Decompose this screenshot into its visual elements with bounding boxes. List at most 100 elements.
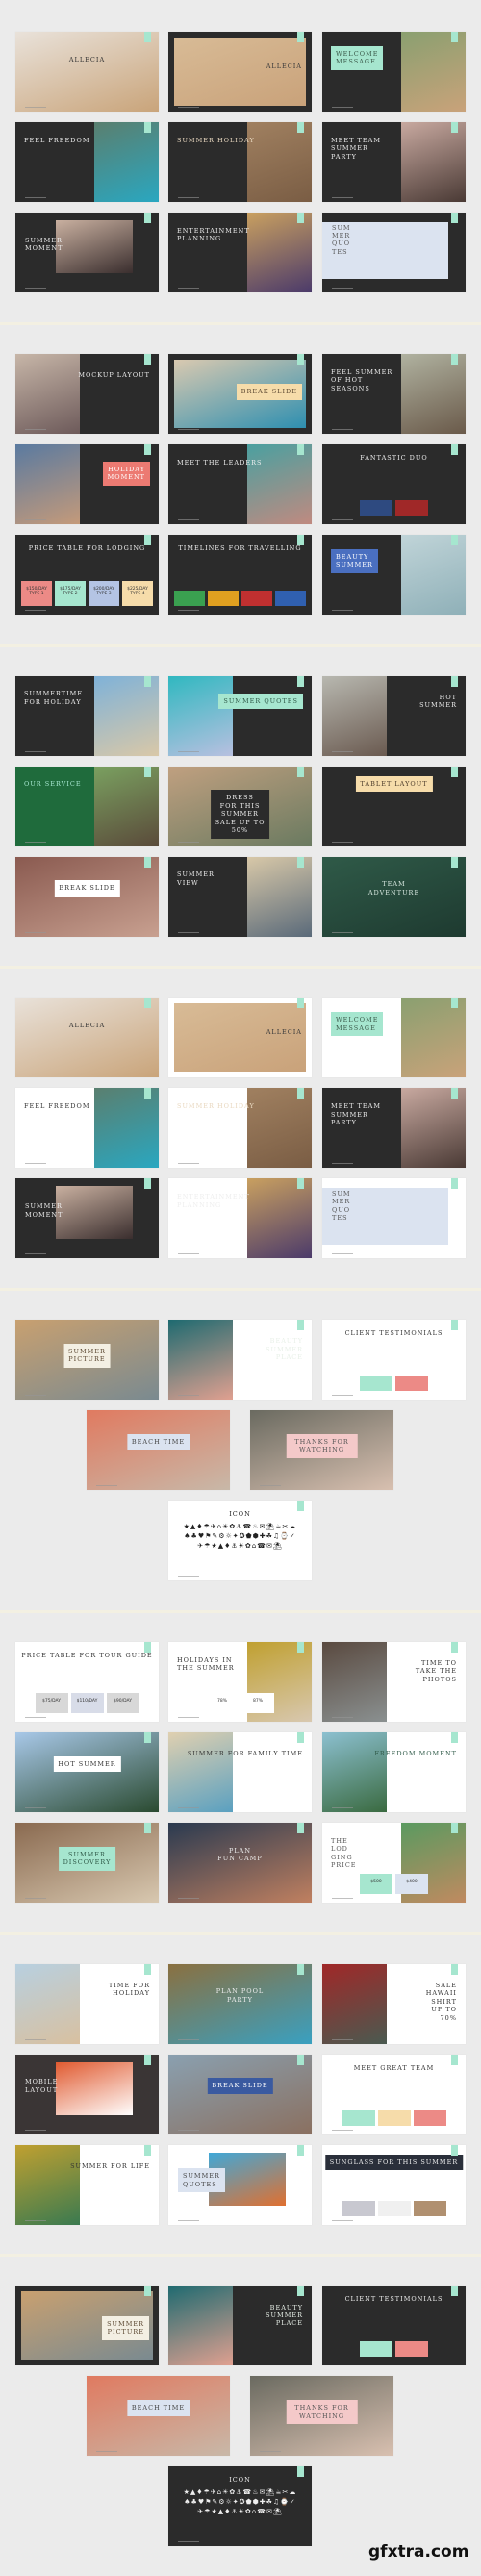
slide-thumbnail[interactable]: OUR SERVICE [15, 766, 159, 846]
content-card [395, 1376, 428, 1391]
slide-thumbnail[interactable]: DRESS FOR THIS SUMMER SALE UP TO 50% [168, 766, 312, 846]
slide-thumbnail[interactable]: ICON ★▲♦☂✈⌂☀✿⚓☎♨✉⛱☕✂☁♠♣♥⚑✎⚙☼✦✪⬟⬢✚☘♫⌚✓✈☂★▲… [168, 1501, 312, 1580]
slide-thumbnail[interactable]: ALLECIA [15, 998, 159, 1078]
slide-thumbnail[interactable]: PLAN FUN CAMP [168, 1822, 312, 1903]
slide-thumbnail[interactable]: SUMMER DISCOVERY [15, 1822, 159, 1903]
footer-line [260, 2451, 281, 2453]
footer-line [332, 1163, 353, 1165]
slide-thumbnail[interactable]: FEEL SUMMER OF HOT SEASONS [322, 353, 466, 434]
slide-thumbnail[interactable]: MOBILE LAYOUT [15, 2054, 159, 2134]
slide-thumbnail[interactable]: PRICE TABLE FOR LODGING $150/DAY TYPE 1 $1… [15, 534, 159, 615]
slide-thumbnail[interactable]: BREAK SLIDE [15, 856, 159, 937]
slide-thumbnail[interactable]: WELCOME MESSAGE [322, 998, 466, 1078]
slide-thumbnail[interactable]: SUMMER FOR FAMILY TIME [168, 1731, 312, 1812]
slide-title: SUMMER DISCOVERY [58, 1846, 116, 1871]
slide-thumbnail[interactable]: MEET GREAT TEAM [322, 2054, 466, 2134]
slide-title: BREAK SLIDE [54, 880, 120, 897]
slide-thumbnail[interactable]: SUMMER MOMENT [15, 1178, 159, 1259]
content-card: $90/DAY [106, 1692, 139, 1713]
slide-thumbnail[interactable]: HOT SUMMER [322, 675, 466, 756]
slide-thumbnail[interactable]: CLIENT TESTIMONIALS [322, 1320, 466, 1400]
slide-thumbnail[interactable]: TIME TO TAKE THE PHOTOS [322, 1641, 466, 1722]
slide-thumbnail[interactable]: SUMMER MOMENT [15, 213, 159, 292]
slide-thumbnail[interactable]: SALE HAWAII SHIRT UP TO 70% [322, 1963, 466, 2044]
slide-thumbnail[interactable]: PRICE TABLE FOR TOUR GUIDE $75/DAY $110/DA… [15, 1641, 159, 1722]
footer-line [332, 428, 353, 430]
footer-line [25, 931, 46, 933]
slide-thumbnail[interactable]: BEAUTY SUMMER PLACE [168, 2286, 312, 2366]
slide-thumbnail[interactable]: SUMMERTIME FOR HOLIDAY [15, 675, 159, 756]
footer-line [178, 1716, 199, 1718]
slide-photo [15, 1731, 159, 1812]
slide-title: SUMMER MOMENT [25, 1202, 63, 1219]
slide-thumbnail[interactable]: MEET TEAM SUMMER PARTY [322, 1088, 466, 1169]
slide-thumbnail[interactable]: TIME FOR HOLIDAY [15, 1963, 159, 2044]
slide-thumbnail[interactable]: SUMMER VIEW [168, 856, 312, 937]
slide-number-badge [451, 675, 458, 687]
slide-thumbnail[interactable]: HOLIDAYS IN THE SUMMER 78% 87% [168, 1641, 312, 1722]
slide-thumbnail[interactable]: SUMMER PICTURE [15, 2286, 159, 2366]
footer-line [96, 1485, 117, 1486]
slide-thumbnail[interactable]: THANKS FOR WATCHING [250, 2376, 393, 2457]
slide-thumbnail[interactable]: SUMMER PICTURE [15, 1320, 159, 1400]
slide-thumbnail[interactable]: HOLIDAY MOMENT [15, 443, 159, 524]
slide-photo [174, 1003, 306, 1073]
slide-thumbnail[interactable]: SUMMER FOR LIFE [15, 2144, 159, 2225]
slide-title: BEAUTY SUMMER PLACE [266, 2303, 303, 2328]
slide-number-badge [144, 32, 151, 42]
slide-thumbnail[interactable]: BEAUTY SUMMER PLACE [168, 1320, 312, 1400]
slide-thumbnail[interactable]: MEET TEAM SUMMER PARTY [322, 122, 466, 202]
slide-thumbnail[interactable]: ICON ★▲♦☂✈⌂☀✿⚓☎♨✉⛱☕✂☁♠♣♥⚑✎⚙☼✦✪⬟⬢✚☘♫⌚✓✈☂★▲… [168, 2466, 312, 2547]
content-cards [328, 2341, 460, 2358]
content-card [275, 590, 306, 606]
slide-thumbnail[interactable]: WELCOME MESSAGE [322, 32, 466, 112]
slide-photo [246, 856, 312, 937]
slide-thumbnail[interactable]: BEACH TIME [87, 1410, 230, 1490]
slide-thumbnail[interactable]: BEACH TIME [87, 2376, 230, 2457]
slide-thumbnail[interactable]: BREAK SLIDE [168, 353, 312, 434]
slide-thumbnail[interactable]: PLAN POOL PARTY [168, 1963, 312, 2044]
slide-thumbnail[interactable]: MOCKUP LAYOUT [15, 353, 159, 434]
slide-thumbnail[interactable]: MEET THE LEADERS [168, 443, 312, 524]
slide-section: PRICE TABLE FOR TOUR GUIDE $75/DAY $110/DA… [0, 1609, 481, 1932]
slide-thumbnail[interactable]: ALLECIA [168, 32, 312, 112]
slide-thumbnail[interactable]: SUMMER HOLIDAY [168, 122, 312, 202]
slide-thumbnail[interactable]: SUMMER QUOTES [168, 2144, 312, 2225]
slide-number-badge [297, 766, 304, 777]
footer-line [25, 288, 46, 289]
footer-line [25, 2219, 46, 2221]
slide-thumbnail[interactable]: FEEL FREEDOM [15, 122, 159, 202]
content-card: $200/DAY TYPE 3 [89, 580, 119, 606]
slide-thumbnail[interactable]: ALLECIA [15, 32, 159, 112]
slide-number-badge [297, 1088, 304, 1099]
slide-thumbnail[interactable]: SUM MER QUO TES [322, 213, 466, 292]
slide-photo [246, 122, 312, 202]
slide-thumbnail[interactable]: TABLET LAYOUT [322, 766, 466, 846]
slide-thumbnail[interactable]: SUNGLASS FOR THIS SUMMER [322, 2144, 466, 2225]
slide-number-badge [297, 213, 304, 223]
slide-number-badge [297, 1501, 304, 1511]
slide-thumbnail[interactable]: SUM MER QUO TES [322, 1178, 466, 1259]
slide-thumbnail[interactable]: ENTERTAINMENT PLANNING [168, 1178, 312, 1259]
slide-thumbnail[interactable]: HOT SUMMER [15, 1731, 159, 1812]
slide-thumbnail[interactable]: TEAM ADVENTURE [322, 856, 466, 937]
slide-thumbnail[interactable]: SUMMER QUOTES [168, 675, 312, 756]
slide-thumbnail[interactable]: THANKS FOR WATCHING [250, 1410, 393, 1490]
slide-title: THE LOD GING PRICE [331, 1836, 357, 1869]
slide-thumbnail[interactable]: FREEDOM MOMENT [322, 1731, 466, 1812]
slide-thumbnail[interactable]: BREAK SLIDE [168, 2054, 312, 2134]
slide-thumbnail[interactable]: THE LOD GING PRICE $500 $400 [322, 1822, 466, 1903]
slide-photo [400, 998, 466, 1078]
slide-thumbnail[interactable]: CLIENT TESTIMONIALS [322, 2286, 466, 2366]
slide-title: ENTERTAINMENT PLANNING [177, 1193, 250, 1209]
slide-photo [322, 1963, 388, 2044]
slide-thumbnail[interactable]: ENTERTAINMENT PLANNING [168, 213, 312, 292]
slide-thumbnail[interactable]: ALLECIA [168, 998, 312, 1078]
slide-thumbnail[interactable]: TIMELINES FOR TRAVELLING [168, 534, 312, 615]
slide-thumbnail[interactable]: FANTASTIC DUO [322, 443, 466, 524]
slide-thumbnail[interactable]: BEAUTY SUMMER [322, 534, 466, 615]
slide-title: MEET TEAM SUMMER PARTY [331, 136, 381, 161]
slide-thumbnail[interactable]: SUMMER HOLIDAY [168, 1088, 312, 1169]
slide-thumbnail[interactable]: FEEL FREEDOM [15, 1088, 159, 1169]
slide-title: TIME TO TAKE THE PHOTOS [415, 1659, 457, 1683]
